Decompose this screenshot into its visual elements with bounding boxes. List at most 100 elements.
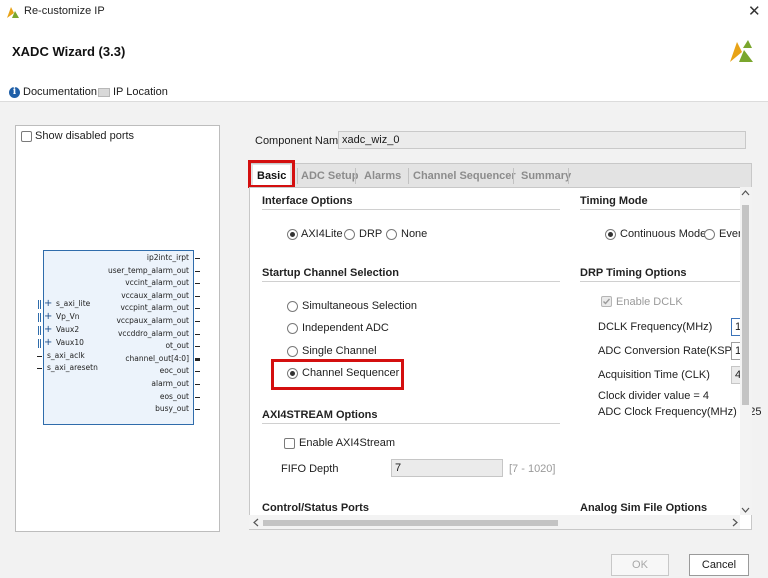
dialog-header: XADC Wizard (3.3) i Documentation IP Loc… — [0, 24, 768, 102]
acquisition-time-label: Acquisition Time (CLK) — [598, 369, 710, 381]
scroll-left-icon[interactable] — [252, 518, 260, 527]
expand-port-icon[interactable]: + — [44, 311, 52, 322]
enable-axi4stream-checkbox[interactable] — [284, 438, 295, 449]
section-divider — [262, 209, 560, 210]
port-stub — [195, 409, 200, 411]
ip-location-link[interactable]: IP Location — [113, 86, 168, 98]
continuous-mode-label: Continuous Mode — [620, 228, 707, 240]
expand-port-icon[interactable]: + — [44, 298, 52, 309]
window-title: Re-customize IP — [24, 5, 105, 17]
dclk-frequency-label: DCLK Frequency(MHz) — [598, 321, 713, 333]
adc-conversion-rate-label: ADC Conversion Rate(KSPS) — [598, 345, 743, 357]
section-divider — [580, 281, 740, 282]
block-output-port: vccint_alarm_out — [125, 278, 189, 288]
control-status-ports-title: Control/Status Ports — [262, 502, 369, 514]
port-stub — [195, 295, 200, 297]
drp-radio[interactable] — [344, 229, 355, 240]
vivado-logo-icon — [7, 7, 19, 18]
show-disabled-ports-label: Show disabled ports — [35, 130, 135, 142]
event-mode-radio[interactable] — [704, 229, 715, 240]
single-channel-label: Single Channel — [302, 345, 377, 357]
bus-interface-icon — [38, 339, 41, 348]
tab-separator — [568, 168, 569, 184]
single-channel-radio[interactable] — [287, 346, 298, 357]
scroll-right-icon[interactable] — [731, 518, 739, 527]
tab-adc-setup[interactable]: ADC Setup — [297, 165, 362, 187]
drp-label: DRP — [359, 228, 383, 240]
fifo-depth-label: FIFO Depth — [281, 463, 339, 475]
block-output-port: ip2intc_irpt — [146, 253, 189, 262]
block-input-port: Vaux2 — [56, 325, 80, 334]
axi4lite-label: AXI4Lite — [301, 228, 343, 240]
adc-clock-frequency-text: ADC Clock Frequency(MHz) = 25 — [598, 406, 762, 418]
tab-bar: Basic ADC Setup Alarms Channel Sequencer… — [249, 163, 752, 187]
component-name-input[interactable]: xadc_wiz_0 — [338, 131, 746, 149]
port-stub — [195, 346, 200, 348]
enable-dclk-checkbox[interactable] — [601, 296, 612, 307]
bus-interface-icon — [38, 326, 41, 335]
cancel-button[interactable]: Cancel — [689, 554, 749, 576]
fifo-depth-input[interactable]: 7 — [391, 459, 503, 477]
tab-channel-sequencer[interactable]: Channel Sequencer — [409, 165, 520, 187]
bus-interface-icon — [38, 300, 41, 309]
ok-button[interactable]: OK — [611, 554, 669, 576]
basic-tab-highlight — [248, 160, 295, 188]
independent-adc-radio[interactable] — [287, 323, 298, 334]
timing-mode-title: Timing Mode — [580, 195, 648, 207]
block-output-port: eos_out — [159, 391, 189, 401]
section-divider — [262, 423, 560, 424]
scroll-down-icon[interactable] — [741, 506, 750, 514]
tab-separator — [513, 168, 514, 184]
expand-port-icon[interactable]: + — [44, 324, 52, 335]
port-stub — [195, 258, 200, 259]
port-stub — [195, 308, 200, 310]
expand-port-icon[interactable]: + — [44, 337, 52, 348]
documentation-link[interactable]: Documentation — [23, 86, 97, 98]
component-name-label: Component Name — [255, 135, 345, 147]
port-stub — [195, 283, 200, 285]
block-output-port: busy_out — [155, 404, 189, 414]
enable-dclk-label: Enable DCLK — [616, 296, 683, 308]
horizontal-scroll-thumb[interactable] — [263, 520, 558, 526]
simultaneous-selection-label: Simultaneous Selection — [302, 300, 417, 312]
drp-timing-title: DRP Timing Options — [580, 267, 687, 279]
none-label: None — [401, 228, 428, 240]
checkmark-icon — [603, 298, 611, 305]
bus-interface-icon — [38, 313, 41, 322]
tab-alarms[interactable]: Alarms — [360, 165, 405, 187]
axi4lite-radio[interactable] — [287, 229, 298, 240]
port-stub — [195, 270, 200, 272]
block-output-port: user_temp_alarm_out — [107, 265, 189, 275]
fifo-depth-range: [7 - 1020] — [509, 463, 556, 475]
tab-summary[interactable]: Summary — [517, 165, 575, 187]
port-stub — [195, 333, 200, 335]
window-titlebar: Re-customize IP ✕ — [0, 0, 768, 24]
vivado-logo-icon — [730, 40, 753, 62]
startup-channel-title: Startup Channel Selection — [262, 267, 399, 279]
vertical-scroll-thumb[interactable] — [742, 205, 749, 405]
axi4stream-title: AXI4STREAM Options — [262, 409, 378, 421]
show-disabled-ports-checkbox[interactable] — [21, 131, 32, 142]
folder-icon[interactable] — [98, 88, 110, 97]
section-divider — [580, 209, 740, 210]
port-stub — [195, 396, 200, 398]
scroll-up-icon[interactable] — [741, 189, 750, 197]
enable-axi4stream-label: Enable AXI4Stream — [299, 437, 396, 449]
info-icon[interactable]: i — [9, 87, 20, 98]
channel-sequencer-highlight — [271, 359, 404, 390]
ip-title: XADC Wizard (3.3) — [12, 44, 126, 59]
block-input-port: s_axi_aresetn — [47, 363, 98, 372]
continuous-mode-radio[interactable] — [605, 229, 616, 240]
close-icon[interactable]: ✕ — [748, 2, 761, 20]
port-stub — [195, 371, 200, 373]
independent-adc-label: Independent ADC — [302, 322, 389, 334]
port-stub — [37, 356, 42, 357]
simultaneous-selection-radio[interactable] — [287, 301, 298, 312]
reset-port-stub — [37, 368, 42, 369]
interface-options-title: Interface Options — [262, 195, 353, 207]
block-input-port: s_axi_lite — [56, 299, 91, 308]
port-stub — [195, 321, 200, 322]
port-stub — [195, 357, 200, 361]
none-radio[interactable] — [386, 229, 397, 240]
block-input-port: s_axi_aclk — [47, 351, 85, 360]
